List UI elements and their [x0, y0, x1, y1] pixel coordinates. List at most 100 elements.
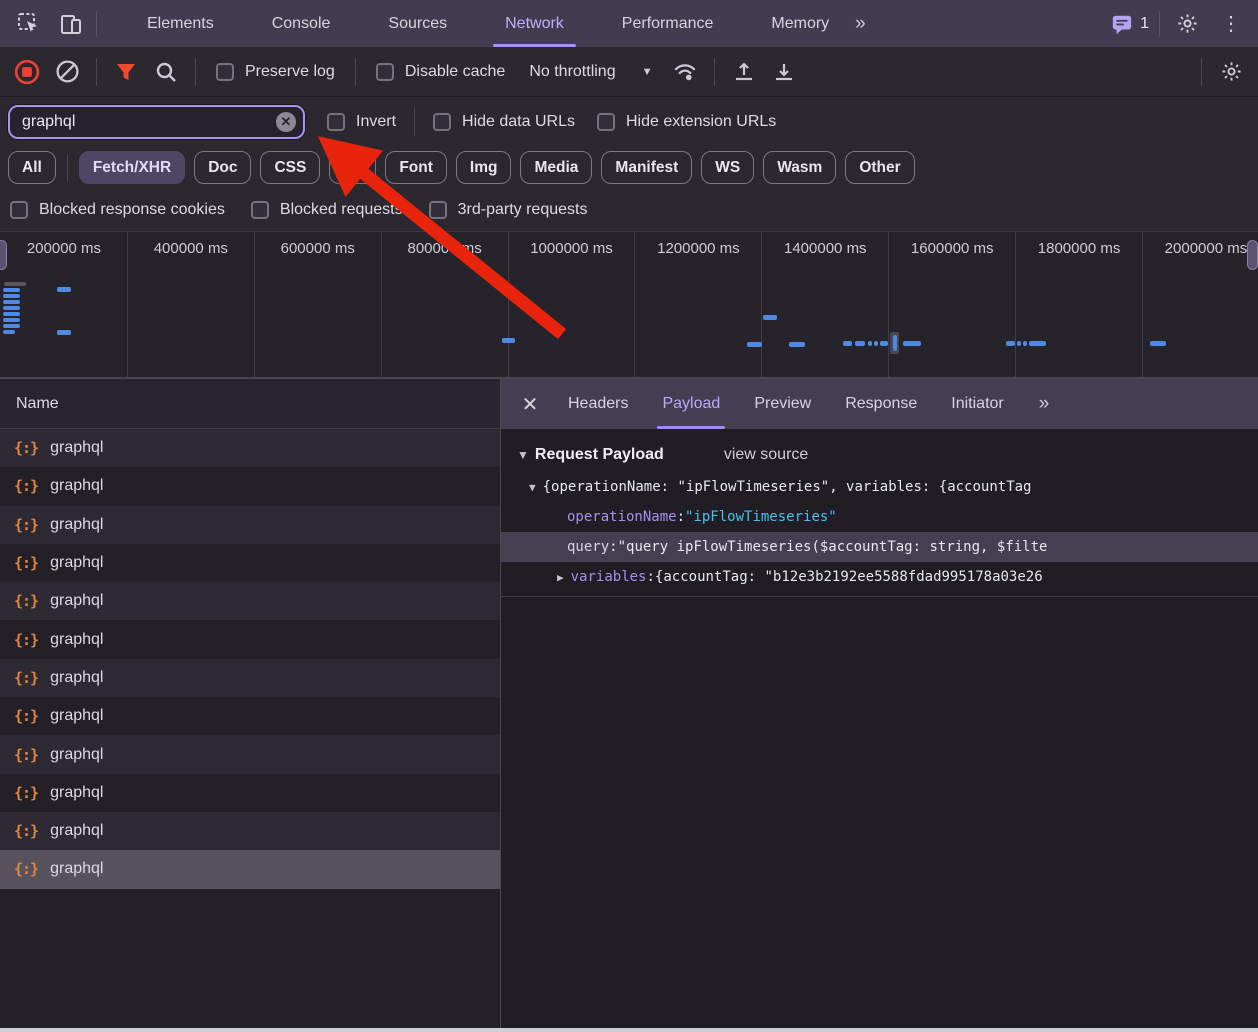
- tab-payload[interactable]: Payload: [645, 379, 737, 429]
- inspect-element-icon[interactable]: [12, 7, 46, 41]
- expand-triangle-icon[interactable]: ▶: [557, 571, 564, 584]
- table-row[interactable]: {:}graphql: [0, 850, 500, 888]
- blocked-response-cookies-checkbox[interactable]: Blocked response cookies: [10, 201, 225, 219]
- payload-row[interactable]: query: "query ipFlowTimeseries($accountT…: [501, 532, 1258, 562]
- waterfall-bar: [868, 341, 872, 346]
- payload-row[interactable]: operationName: "ipFlowTimeseries": [501, 502, 1258, 532]
- filter-input[interactable]: graphql ✕: [8, 105, 305, 139]
- payload-colon: :: [677, 509, 685, 525]
- expand-triangle-icon[interactable]: ▼: [529, 481, 536, 494]
- resource-type-chips: All Fetch/XHR Doc CSS JS Font ImgMedia Manifest…: [0, 146, 1258, 189]
- view-source-link[interactable]: view source: [724, 446, 808, 464]
- issues-count: 1: [1140, 15, 1149, 33]
- tab-network[interactable]: Network: [479, 0, 590, 47]
- overview-tick-label: 1200000 ms: [657, 240, 740, 377]
- payload-separator: [501, 596, 1258, 597]
- request-details-panel: ✕ HeadersPayloadPreviewResponseInitiator…: [501, 379, 1258, 1028]
- table-row[interactable]: {:}graphql: [0, 735, 500, 773]
- fetch-xhr-icon: {:}: [14, 631, 38, 649]
- tab-response[interactable]: Response: [828, 379, 934, 429]
- device-toolbar-icon[interactable]: [54, 7, 88, 41]
- chip-font[interactable]: Font: [385, 151, 447, 184]
- more-panels-icon[interactable]: »: [855, 13, 864, 35]
- overview-tick-label: 1000000 ms: [530, 240, 613, 377]
- tab-console[interactable]: Console: [246, 0, 357, 47]
- table-row[interactable]: {:} graphql: [0, 506, 500, 544]
- 3rd-party-requests-checkbox[interactable]: 3rd-party requests: [429, 201, 588, 219]
- disable-cache-checkbox[interactable]: Disable cache: [376, 63, 506, 81]
- table-row[interactable]: {:}graphql: [0, 429, 500, 467]
- overview-left-grip[interactable]: [0, 240, 7, 270]
- table-row[interactable]: {:}graphql: [0, 697, 500, 735]
- waterfall-bar: [57, 330, 71, 335]
- chip-all[interactable]: All: [8, 151, 56, 184]
- network-settings-gear-icon[interactable]: [1214, 55, 1248, 89]
- preserve-log-checkbox[interactable]: Preserve log: [216, 63, 335, 81]
- network-conditions-icon[interactable]: [668, 55, 702, 89]
- export-har-icon[interactable]: [767, 55, 801, 89]
- table-row[interactable]: {:}graphql: [0, 582, 500, 620]
- overview-column: 1200000 ms: [635, 232, 762, 377]
- payload-summary-row[interactable]: ▼ {operationName: "ipFlowTimeseries", va…: [501, 472, 1258, 502]
- throttling-dropdown[interactable]: No throttling ▼: [529, 63, 652, 81]
- search-icon[interactable]: [149, 55, 183, 89]
- message-icon: [1111, 13, 1133, 35]
- close-details-icon[interactable]: ✕: [513, 387, 547, 421]
- table-row[interactable]: {:}graphql: [0, 774, 500, 812]
- hide-extension-urls-checkbox[interactable]: Hide extension URLs: [597, 113, 776, 131]
- checkbox-label: 3rd-party requests: [458, 201, 588, 219]
- overview-right-grip[interactable]: [1247, 240, 1258, 270]
- payload-value: "ipFlowTimeseries": [685, 509, 837, 525]
- chip-js[interactable]: JS: [329, 151, 376, 184]
- kebab-menu-icon[interactable]: ⋮: [1214, 7, 1248, 41]
- chip-manifest[interactable]: Manifest: [601, 151, 692, 184]
- checkbox-box: [251, 201, 269, 219]
- import-har-icon[interactable]: [727, 55, 761, 89]
- table-row[interactable]: {:}graphql: [0, 467, 500, 505]
- clear-network-log-icon[interactable]: [50, 55, 84, 89]
- table-row[interactable]: {:}graphql: [0, 659, 500, 697]
- tab-headers[interactable]: Headers: [551, 379, 645, 429]
- chip-ws[interactable]: WS: [701, 151, 754, 184]
- chip-other[interactable]: Other: [845, 151, 914, 184]
- waterfall-bar: [747, 342, 762, 347]
- overview-tick-label: 1600000 ms: [911, 240, 994, 377]
- request-payload-header[interactable]: ▼ Request Payload view source: [501, 429, 1258, 472]
- name-column-header[interactable]: Name: [0, 379, 500, 429]
- extra-filter-checkboxes: Blocked response cookies Blocked requests…: [0, 189, 1258, 231]
- waterfall-bar: [502, 338, 515, 343]
- tab-sources[interactable]: Sources: [362, 0, 473, 47]
- requests-panel: Name {:}graphql{:}graphql{:}graphql{:}gr…: [0, 379, 501, 1028]
- clear-filter-icon[interactable]: ✕: [276, 112, 296, 132]
- chip-media[interactable]: Media: [520, 151, 592, 184]
- table-row[interactable]: {:}graphql: [0, 620, 500, 658]
- hide-data-urls-label: Hide data URLs: [462, 113, 575, 131]
- blocked-requests-checkbox[interactable]: Blocked requests: [251, 201, 403, 219]
- waterfall-bar: [1150, 341, 1166, 346]
- network-overview-timeline[interactable]: 200000 ms400000 ms600000 ms800000 ms1000…: [0, 231, 1258, 379]
- request-name: graphql: [50, 516, 103, 534]
- tab-initiator[interactable]: Initiator: [934, 379, 1020, 429]
- table-row[interactable]: {:}graphql: [0, 544, 500, 582]
- tab-preview[interactable]: Preview: [737, 379, 828, 429]
- record-button[interactable]: [10, 55, 44, 89]
- window-bottom-edge: [0, 1028, 1258, 1032]
- details-more-tabs-icon[interactable]: »: [1039, 393, 1048, 415]
- chip-doc[interactable]: Doc: [194, 151, 251, 184]
- chip-img[interactable]: Img: [456, 151, 512, 184]
- chip-fetch-xhr[interactable]: Fetch/XHR: [79, 151, 185, 184]
- fetch-xhr-icon: {:}: [14, 516, 38, 534]
- chip-css[interactable]: CSS: [260, 151, 320, 184]
- tab-elements[interactable]: Elements: [121, 0, 240, 47]
- hide-data-urls-checkbox[interactable]: Hide data URLs: [433, 113, 575, 131]
- disable-cache-label: Disable cache: [405, 63, 506, 81]
- tab-memory[interactable]: Memory: [745, 0, 855, 47]
- issues-badge[interactable]: 1: [1111, 13, 1149, 35]
- invert-checkbox[interactable]: Invert: [327, 113, 396, 131]
- payload-row[interactable]: ▶variables: {accountTag: "b12e3b2192ee55…: [501, 562, 1258, 592]
- filter-funnel-icon[interactable]: [109, 55, 143, 89]
- table-row[interactable]: {:}graphql: [0, 812, 500, 850]
- tab-performance[interactable]: Performance: [596, 0, 740, 47]
- settings-gear-icon[interactable]: [1170, 7, 1204, 41]
- chip-wasm[interactable]: Wasm: [763, 151, 836, 184]
